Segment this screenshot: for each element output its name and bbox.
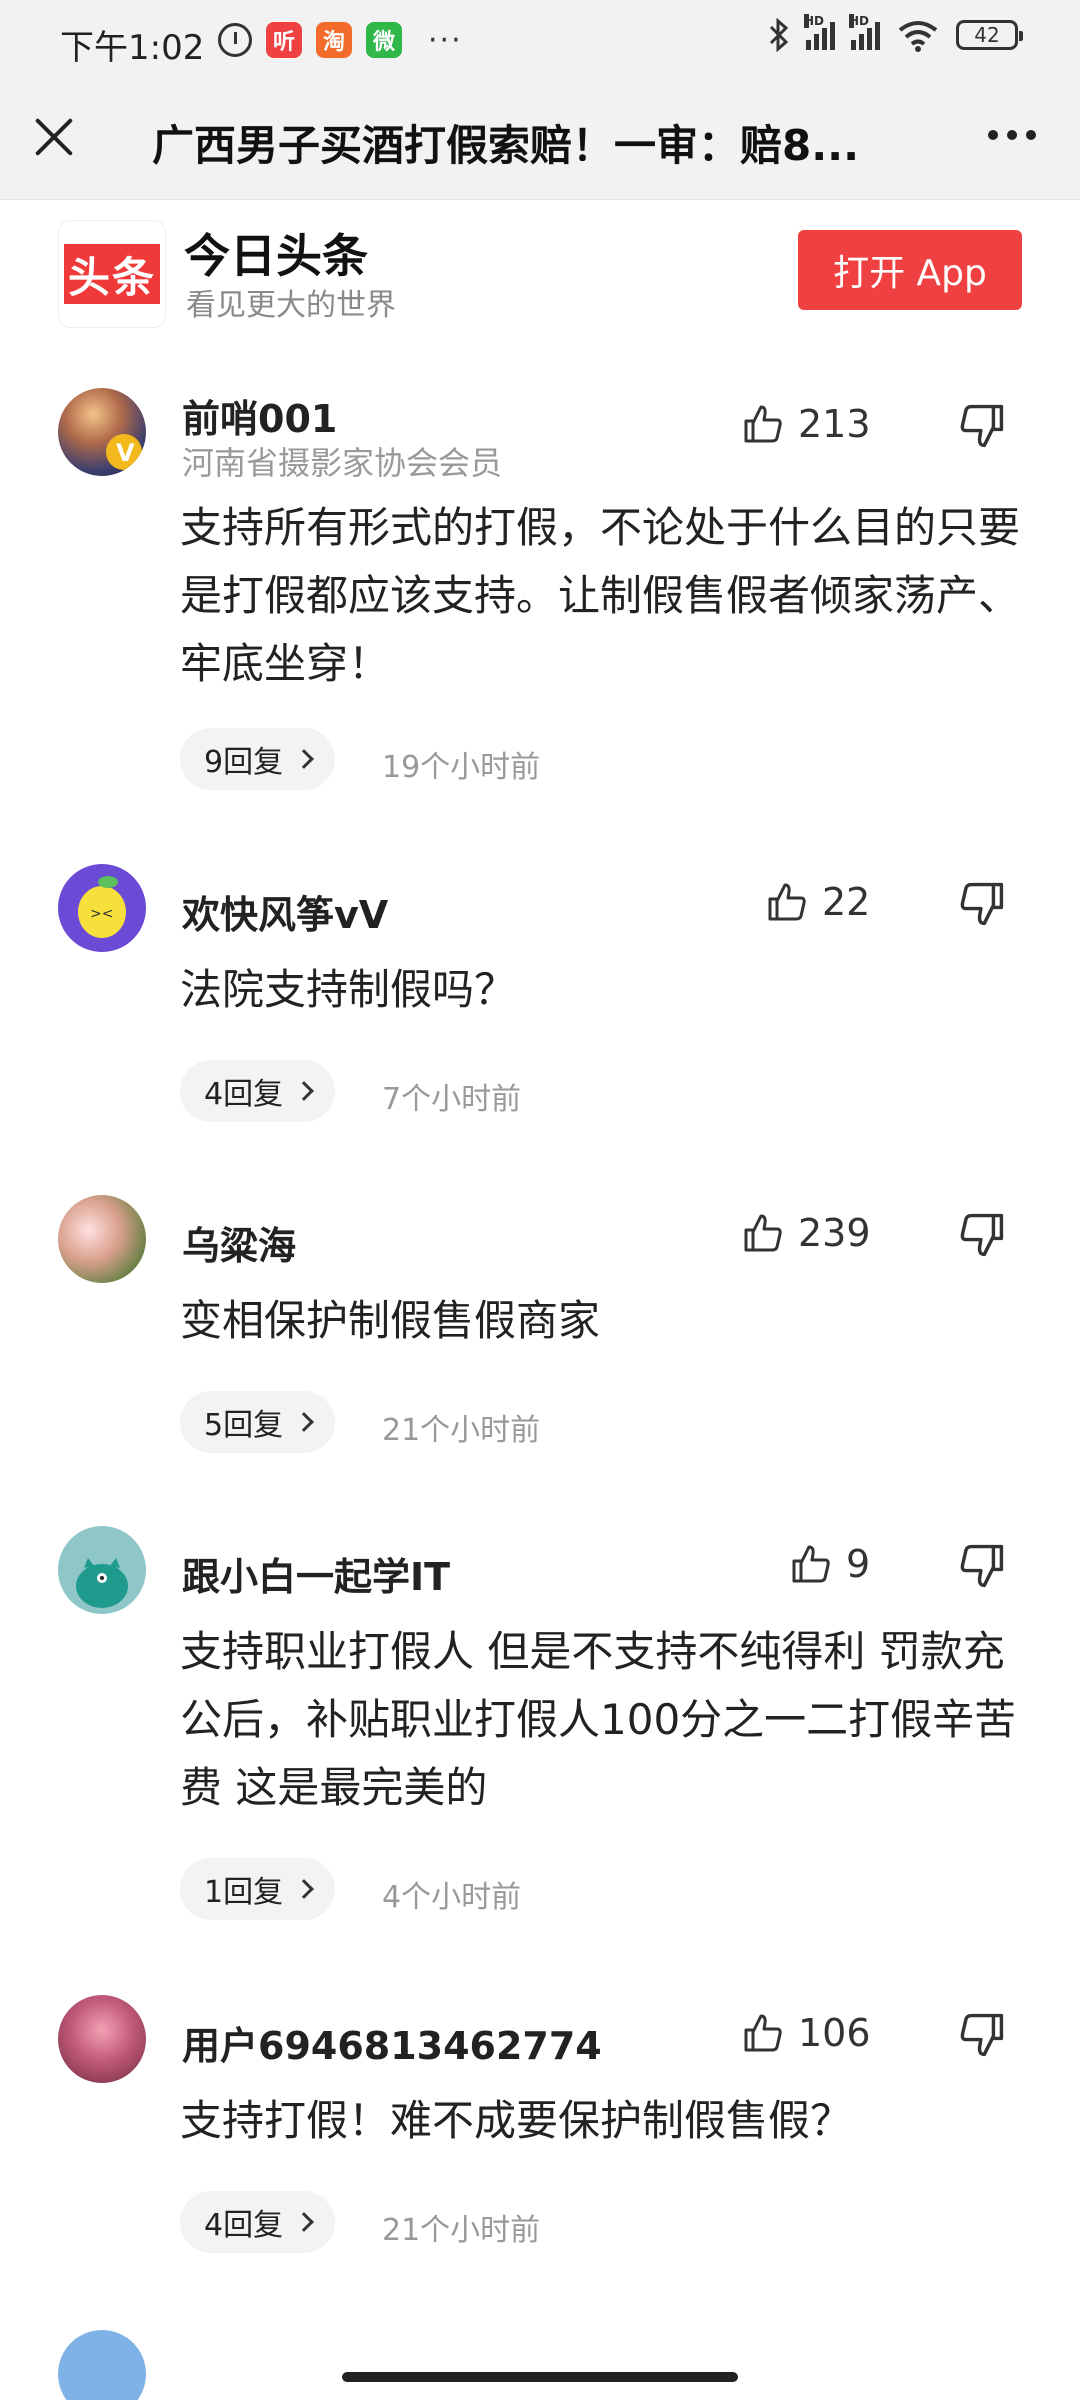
comment-time: 7个小时前 xyxy=(382,1082,522,1117)
taobao-app-icon: 淘 xyxy=(316,22,352,58)
comment-text: 变相保护制假售假商家 xyxy=(180,1296,601,1345)
logo-text: 头条 xyxy=(64,244,160,304)
thumbs-down-icon xyxy=(960,1544,1004,1588)
chevron-right-icon xyxy=(294,749,314,769)
dislike-button[interactable] xyxy=(958,880,1006,928)
alarm-icon xyxy=(218,23,252,57)
avatar[interactable] xyxy=(58,1526,146,1614)
thumbs-down-icon xyxy=(960,1213,1004,1257)
thumbs-down-icon xyxy=(960,882,1004,926)
reply-count: 4回复 xyxy=(204,1077,284,1112)
reply-count: 4回复 xyxy=(204,2208,284,2243)
chevron-right-icon xyxy=(294,2212,314,2232)
open-app-button[interactable]: 打开 App xyxy=(798,230,1022,310)
like-count: 213 xyxy=(798,402,871,446)
avatar[interactable] xyxy=(58,2330,146,2400)
dislike-button[interactable] xyxy=(958,2011,1006,2059)
hd-badge-1: HD xyxy=(804,14,825,28)
thumbs-up-icon xyxy=(744,405,782,443)
more-notifications-icon: ··· xyxy=(428,22,463,58)
comment-time: 19个小时前 xyxy=(382,750,541,785)
thumbs-down-icon xyxy=(960,404,1004,448)
svg-text:><: >< xyxy=(90,906,113,922)
chevron-right-icon xyxy=(294,1879,314,1899)
user-title: 河南省摄影家协会会员 xyxy=(182,444,503,482)
replies-button[interactable]: 4回复 xyxy=(180,1060,336,1122)
toutiao-logo: 头条 xyxy=(58,220,166,328)
replies-button[interactable]: 5回复 xyxy=(180,1391,336,1453)
like-count: 9 xyxy=(846,1542,871,1586)
like-count: 106 xyxy=(798,2011,871,2055)
status-system-icons: HD HD 42 xyxy=(768,14,1023,52)
user-name[interactable]: 欢快风筝vV xyxy=(182,884,388,939)
replies-button[interactable]: 9回复 xyxy=(180,728,336,790)
avatar[interactable] xyxy=(58,1195,146,1283)
like-button[interactable]: 106 xyxy=(742,2011,871,2055)
dislike-button[interactable] xyxy=(958,402,1006,450)
reply-count: 5回复 xyxy=(204,1408,284,1443)
app-banner: 头条 今日头条 看见更大的世界 打开 App xyxy=(0,200,1080,340)
more-options-icon[interactable] xyxy=(988,130,1036,140)
bluetooth-icon xyxy=(769,18,789,52)
comment-time: 21个小时前 xyxy=(382,1413,541,1448)
dislike-button[interactable] xyxy=(958,1211,1006,1259)
avatar[interactable]: V xyxy=(58,388,146,476)
dislike-button[interactable] xyxy=(958,1542,1006,1590)
status-time: 下午1:02 xyxy=(60,28,205,68)
thumbs-down-icon xyxy=(960,2013,1004,2057)
avatar[interactable]: >< xyxy=(58,864,146,952)
page-title: 广西男子买酒打假索赔！一审：赔8... xyxy=(152,121,860,170)
brand-slogan: 看见更大的世界 xyxy=(186,288,396,323)
thumbs-up-icon xyxy=(744,1214,782,1252)
thumbs-up-icon xyxy=(744,2014,782,2052)
replies-button[interactable]: 4回复 xyxy=(180,2191,336,2253)
thumbs-up-icon xyxy=(768,883,806,921)
user-name[interactable]: 用户6946813462774 xyxy=(182,2015,602,2070)
like-button[interactable]: 213 xyxy=(742,402,871,446)
reply-count: 9回复 xyxy=(204,745,284,780)
user-name[interactable]: 跟小白一起学IT xyxy=(182,1546,450,1601)
thumbs-up-icon xyxy=(792,1545,830,1583)
status-app-icons: 听 淘 微 ··· xyxy=(218,22,463,58)
hd-badge-2: HD xyxy=(849,14,870,28)
comment-time: 4个小时前 xyxy=(382,1880,522,1915)
close-icon[interactable] xyxy=(30,112,80,162)
battery-icon: 42 xyxy=(956,20,1023,50)
reply-count: 1回复 xyxy=(204,1875,284,1910)
replies-button[interactable]: 1回复 xyxy=(180,1858,336,1920)
comment-text: 支持打假！难不成要保护制假售假？ xyxy=(180,2096,853,2145)
comment-text: 支持职业打假人 但是不支持不纯得利 罚款充公后，补贴职业打假人100分之一二打假… xyxy=(180,1627,1017,1812)
comment-time: 21个小时前 xyxy=(382,2213,541,2248)
avatar[interactable] xyxy=(58,1995,146,2083)
like-count: 239 xyxy=(798,1211,871,1255)
comment-text: 法院支持制假吗？ xyxy=(180,965,517,1014)
like-button[interactable]: 22 xyxy=(766,880,870,924)
like-button[interactable]: 9 xyxy=(790,1542,870,1586)
wechat-app-icon: 微 xyxy=(366,22,402,58)
comment-text: 支持所有形式的打假，不论处于什么目的只要是打假都应该支持。让制假售假者倾家荡产、… xyxy=(180,503,1021,688)
like-count: 22 xyxy=(822,880,871,924)
user-name[interactable]: 乌粱海 xyxy=(182,1215,296,1270)
like-button[interactable]: 239 xyxy=(742,1211,871,1255)
wifi-icon xyxy=(898,21,938,52)
user-name[interactable]: 前哨001 xyxy=(182,388,337,443)
svg-text:V: V xyxy=(116,439,135,467)
chevron-right-icon xyxy=(294,1412,314,1432)
page-header: 广西男子买酒打假索赔！一审：赔8... xyxy=(0,82,1080,200)
chevron-right-icon xyxy=(294,1081,314,1101)
listen-app-icon: 听 xyxy=(266,22,302,58)
signal-icon-2: HD xyxy=(849,14,880,50)
signal-icon-1: HD xyxy=(804,14,835,50)
home-indicator[interactable] xyxy=(342,2372,738,2382)
brand-name: 今日头条 xyxy=(184,229,368,283)
status-bar: 下午1:02 听 淘 微 ··· HD HD 42 xyxy=(0,0,1080,82)
